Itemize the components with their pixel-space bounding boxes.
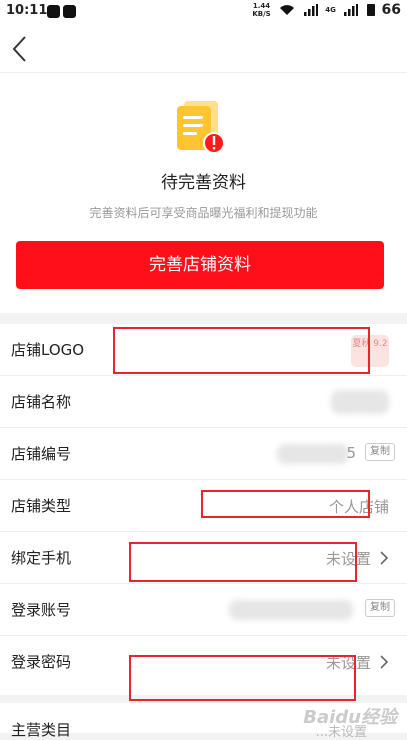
battery-level: 66 (381, 2, 401, 18)
annotation-box (201, 490, 370, 518)
nav-bar (0, 24, 407, 73)
net-speed-value: 1.44 (252, 2, 271, 10)
row-label: 登录密码 (11, 653, 72, 671)
blurred-value (277, 444, 349, 464)
blurred-value (331, 390, 389, 414)
hero-subtitle: 完善资料后可享受商品曝光福利和提现功能 (89, 206, 318, 220)
wifi-icon (280, 5, 295, 15)
gallery-icon (63, 5, 76, 18)
annotation-box (113, 327, 370, 374)
status-time: 10:11 (6, 3, 48, 18)
row-login-account: 登录账号 复制 (0, 584, 407, 636)
row-label: 登录账号 (11, 601, 72, 619)
battery-icon (366, 4, 375, 16)
row-store-name[interactable]: 店铺名称 (0, 376, 407, 428)
row-label: 绑定手机 (11, 549, 72, 567)
message-icon (47, 5, 60, 18)
row-label: 店铺名称 (11, 393, 72, 411)
row-label: 店铺编号 (11, 445, 72, 463)
notification-icons (47, 5, 79, 20)
row-label: 店铺类型 (11, 497, 72, 515)
network-type: 4G (325, 6, 336, 14)
row-store-id: 店铺编号 5 复制 (0, 428, 407, 480)
signal-icon (303, 4, 318, 16)
blurred-value (229, 600, 353, 620)
back-arrow-icon[interactable] (8, 34, 32, 64)
chevron-right-icon (380, 551, 389, 565)
watermark: Baidu经验 (303, 707, 397, 728)
annotation-box (129, 542, 357, 582)
net-speed-unit: KB/S (252, 10, 271, 18)
document-warning-icon (177, 101, 225, 154)
row-label: 店铺LOGO (11, 341, 85, 359)
net-speed: 1.44 KB/S (252, 2, 270, 18)
hero-section: 待完善资料 完善资料后可享受商品曝光福利和提现功能 完善店铺资料 (0, 73, 407, 313)
store-id-fragment: 5 (346, 444, 356, 462)
row-label: 主营类目 (11, 721, 72, 739)
chevron-right-icon (380, 655, 389, 669)
complete-store-info-button[interactable]: 完善店铺资料 (16, 241, 384, 289)
status-right: 1.44 KB/S 4G 66 (252, 2, 401, 22)
copy-account-button[interactable]: 复制 (365, 599, 395, 617)
hero-title: 待完善资料 (161, 173, 246, 193)
copy-store-id-button[interactable]: 复制 (365, 443, 395, 461)
status-bar: 10:11 1.44 KB/S 4G 66 (0, 0, 407, 24)
annotation-box (129, 655, 356, 701)
signal-icon-2 (344, 4, 359, 16)
